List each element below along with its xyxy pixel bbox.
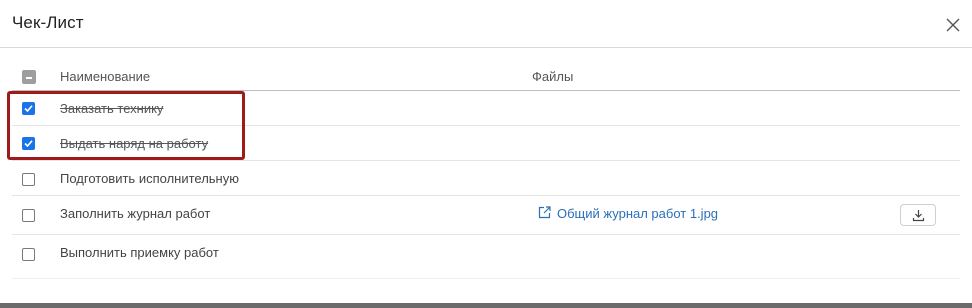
row-checkbox[interactable] — [22, 248, 35, 261]
row-label: Заказать технику — [60, 101, 164, 116]
row-checkbox[interactable] — [22, 209, 35, 222]
column-header-files: Файлы — [532, 69, 574, 84]
table-header-row: Наименование Файлы — [12, 60, 960, 91]
row-checkbox[interactable] — [22, 102, 35, 115]
file-link-label: Общий журнал работ 1.jpg — [557, 206, 719, 221]
row-label: Подготовить исполнительную — [60, 171, 239, 186]
row-label: Заполнить журнал работ — [60, 206, 211, 221]
download-button[interactable] — [900, 204, 936, 226]
close-icon[interactable] — [945, 17, 961, 33]
dialog-title: Чек-Лист — [12, 13, 84, 32]
external-link-icon — [538, 206, 551, 219]
download-icon — [912, 210, 925, 222]
row-checkbox[interactable] — [22, 137, 35, 150]
table-row: Подготовить исполнительную — [12, 161, 960, 196]
table-row: Заполнить журнал работ Общий журнал рабо… — [12, 196, 960, 235]
table-row: Выполнить приемку работ — [12, 235, 960, 279]
dialog-header: Чек-Лист — [0, 0, 972, 48]
row-label: Выдать наряд на работу — [60, 136, 209, 151]
checklist-table: Наименование Файлы Заказать технику Выда… — [12, 60, 960, 279]
table-row: Заказать технику — [12, 91, 960, 126]
row-label: Выполнить приемку работ — [60, 245, 219, 260]
bottom-scrollbar — [0, 303, 972, 308]
column-header-name: Наименование — [60, 69, 151, 84]
row-checkbox[interactable] — [22, 173, 35, 186]
table-row: Выдать наряд на работу — [12, 126, 960, 161]
select-all-checkbox[interactable] — [22, 70, 36, 84]
